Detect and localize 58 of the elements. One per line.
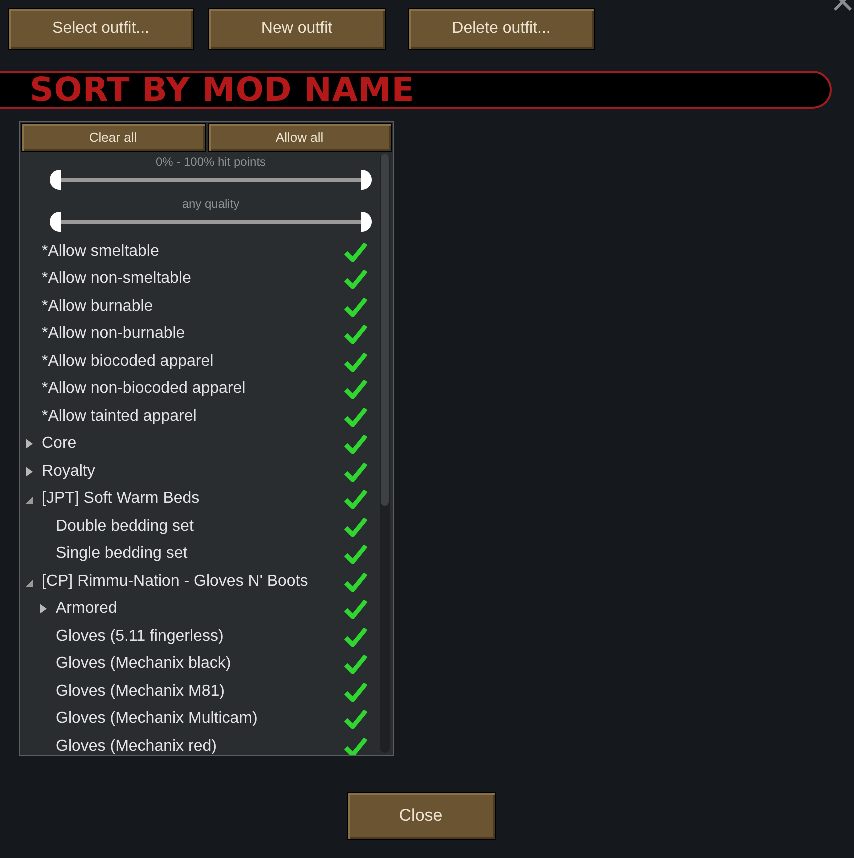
range-slider[interactable]: [50, 212, 372, 232]
checkmark-icon[interactable]: [344, 378, 368, 400]
tree-item-label[interactable]: Gloves (Mechanix M81): [56, 682, 344, 701]
scrollbar[interactable]: [380, 154, 390, 753]
tree-item-label[interactable]: Armored: [56, 600, 344, 618]
checkmark-icon[interactable]: [344, 516, 368, 538]
slider-handle[interactable]: [361, 170, 372, 190]
tree-item-label[interactable]: *Allow tainted apparel: [42, 408, 344, 426]
expand-triangle-icon[interactable]: [38, 603, 48, 616]
tree-item-label[interactable]: *Allow biocoded apparel: [42, 352, 344, 371]
tree-item-label[interactable]: Gloves (Mechanix black): [56, 655, 344, 674]
checkmark-icon[interactable]: [344, 268, 368, 290]
slider-handle[interactable]: [50, 170, 61, 190]
checkmark-icon[interactable]: [344, 350, 368, 373]
filter-button[interactable]: Clear all: [21, 123, 206, 152]
checkmark-icon[interactable]: [344, 543, 368, 566]
close-button[interactable]: Close: [346, 792, 496, 840]
slider-handle[interactable]: [361, 212, 372, 232]
tree-item-label[interactable]: *Allow smeltable: [42, 242, 344, 261]
checkmark-icon[interactable]: [344, 323, 368, 346]
filter-button[interactable]: Allow all: [208, 123, 392, 152]
tree-item-label[interactable]: *Allow non-smeltable: [42, 270, 344, 288]
tree-item-label[interactable]: *Allow non-biocoded apparel: [42, 380, 344, 398]
tree-item-label[interactable]: Gloves (5.11 fingerless): [56, 628, 344, 646]
checkmark-icon[interactable]: [344, 570, 368, 593]
tree-item-label[interactable]: Single bedding set: [56, 545, 344, 564]
slider-label: any quality: [182, 196, 240, 212]
checkmark-icon[interactable]: [344, 433, 368, 456]
tree-item-label[interactable]: Royalty: [42, 462, 344, 481]
range-slider[interactable]: [50, 170, 372, 190]
checkmark-icon[interactable]: [344, 736, 368, 755]
checkmark-icon[interactable]: [344, 626, 368, 648]
checkmark-icon[interactable]: [344, 460, 368, 483]
tree-item-label[interactable]: Gloves (Mechanix red): [56, 738, 344, 755]
outfit-button[interactable]: New outfit: [208, 8, 386, 50]
checkmark-icon[interactable]: [344, 296, 368, 318]
checkmark-icon[interactable]: [344, 488, 368, 510]
checkmark-icon[interactable]: [344, 406, 368, 428]
checkmark-icon[interactable]: [344, 680, 368, 703]
tree-item-label[interactable]: [JPT] Soft Warm Beds: [42, 490, 344, 508]
slider-label: 0% - 100% hit points: [156, 154, 266, 170]
tree-item-label[interactable]: *Allow non-burnable: [42, 325, 344, 344]
close-icon[interactable]: [832, 0, 854, 14]
outfit-button[interactable]: Select outfit...: [8, 8, 194, 50]
checkmark-icon[interactable]: [344, 653, 368, 676]
tree-item-label[interactable]: Double bedding set: [56, 518, 344, 536]
tree-item-label[interactable]: *Allow burnable: [42, 298, 344, 316]
checkmark-icon[interactable]: [344, 598, 368, 620]
slider-handle[interactable]: [50, 212, 61, 232]
expand-triangle-icon[interactable]: [24, 466, 34, 478]
tree-item-label[interactable]: Core: [42, 435, 344, 454]
tree-item-label[interactable]: Gloves (Mechanix Multicam): [56, 710, 344, 728]
expand-triangle-icon[interactable]: [24, 438, 34, 450]
outfit-button[interactable]: Delete outfit...: [408, 8, 595, 50]
checkmark-icon[interactable]: [344, 708, 368, 730]
checkmark-icon[interactable]: [344, 240, 368, 263]
tree-item-label[interactable]: [CP] Rimmu-Nation - Gloves N' Boots: [42, 572, 344, 591]
section-banner: SORT BY MOD NAME: [0, 71, 832, 109]
